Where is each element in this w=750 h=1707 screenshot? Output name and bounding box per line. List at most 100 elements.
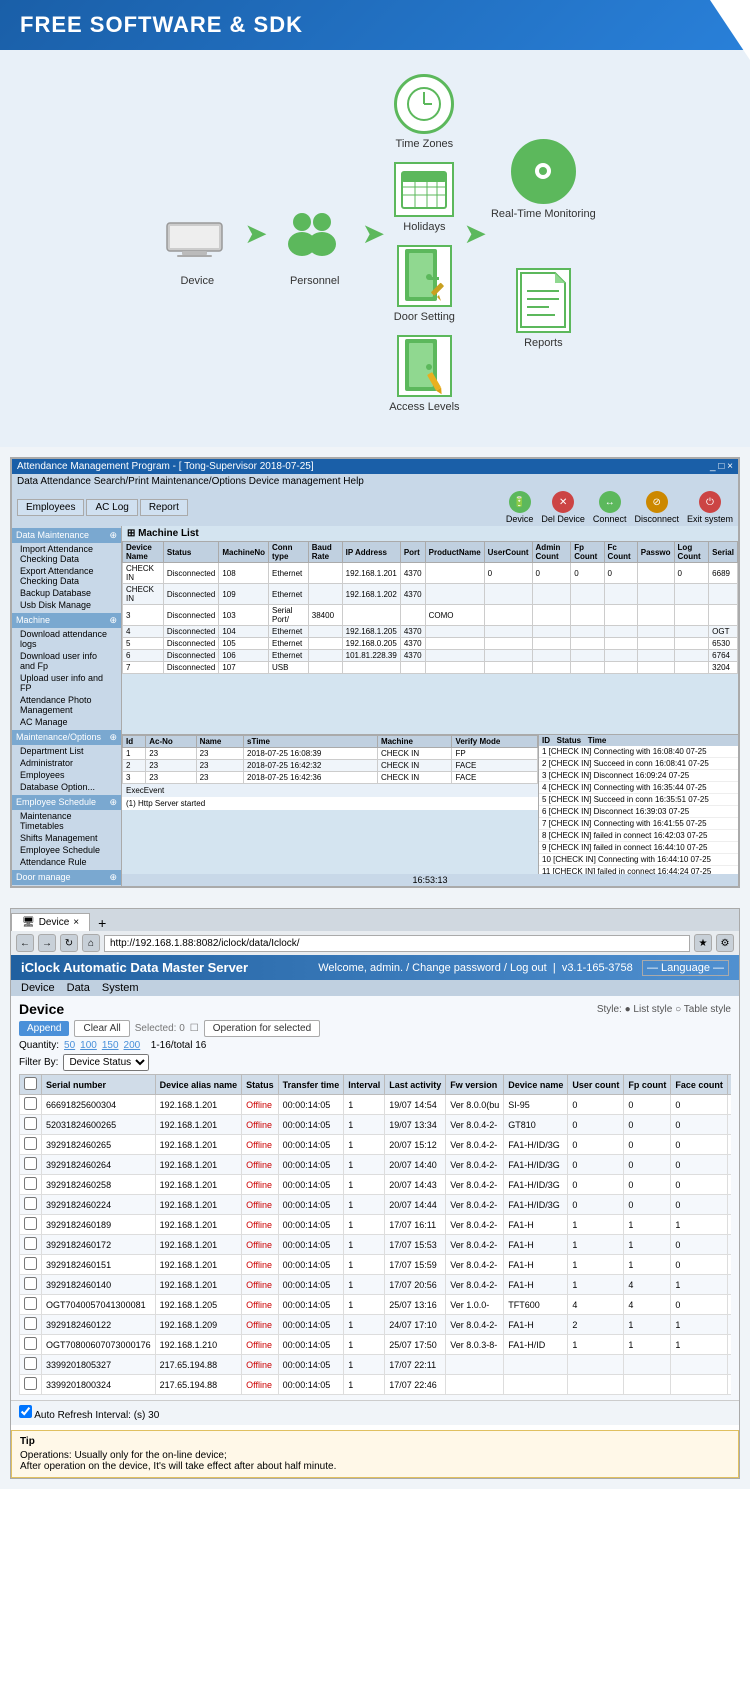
sidebar-ul-user[interactable]: Upload user info and FP [12,672,121,694]
tab-report[interactable]: Report [140,499,188,516]
sidebar-photo[interactable]: Attendance Photo Management [12,694,121,716]
cell-fw [446,1375,504,1395]
web-toolbar: Append Clear All Selected: 0 ☐ Operation… [19,1020,731,1037]
tab-employees[interactable]: Employees [17,499,84,516]
table-cell [709,584,738,605]
sidebar-esched[interactable]: Employee Schedule [12,844,121,856]
row-checkbox[interactable] [24,1357,37,1370]
btn-exit[interactable]: ⏻ Exit system [687,491,733,524]
row-checkbox-cell [20,1295,42,1315]
device-icon [162,201,232,271]
row-checkbox[interactable] [24,1197,37,1210]
sidebar-empl[interactable]: Employees [12,769,121,781]
sidebar-usb[interactable]: Usb Disk Manage [12,599,121,611]
cell-serial: 3929182460258 [42,1175,156,1195]
tab-close[interactable]: × [73,917,79,928]
row-checkbox[interactable] [24,1217,37,1230]
back-button[interactable]: ← [16,934,34,952]
cell-devname: FA1-H/ID [504,1335,568,1355]
nav-data[interactable]: Data [67,982,90,994]
btn-del-device[interactable]: ✕ Del Device [541,491,585,524]
url-bar[interactable] [104,935,690,952]
row-checkbox[interactable] [24,1277,37,1290]
auto-refresh-checkbox[interactable] [19,1405,32,1418]
qty-150[interactable]: 150 [102,1040,119,1051]
table-row: 5Disconnected105Ethernet192.168.0.205437… [123,638,738,650]
qty-50[interactable]: 50 [64,1040,75,1051]
btn-disconnect[interactable]: ⊘ Disconnect [634,491,679,524]
row-checkbox[interactable] [24,1157,37,1170]
table-cell: 103 [219,605,269,626]
cell-fp: 0 [624,1095,671,1115]
sidebar-timetables[interactable]: Maintenance Timetables [12,810,121,832]
forward-button[interactable]: → [38,934,56,952]
cell-fw: Ver 8.0.4-2- [446,1135,504,1155]
cell-fp [624,1355,671,1375]
cell-users: 0 [568,1175,624,1195]
table-cell [425,626,484,638]
th-serial: Serial number [42,1075,156,1095]
row-checkbox[interactable] [24,1337,37,1350]
settings-button[interactable]: ⚙ [716,934,734,952]
cell-devname: FA1-H [504,1215,568,1235]
bookmark-button[interactable]: ★ [694,934,712,952]
row-checkbox[interactable] [24,1177,37,1190]
append-button[interactable]: Append [19,1021,69,1036]
nav-device[interactable]: Device [21,982,55,994]
row-checkbox[interactable] [24,1317,37,1330]
cell-tx: 12 [727,1315,731,1335]
language-selector[interactable]: — Language — [642,960,729,976]
home-button[interactable]: ⌂ [82,934,100,952]
sidebar-export[interactable]: Export Attendance Checking Data [12,565,121,587]
device-table-row: 3929182460172192.168.1.201Offline00:00:1… [20,1235,732,1255]
sidebar-shifts[interactable]: Shifts Management [12,832,121,844]
sidebar-dbopt[interactable]: Database Option... [12,781,121,793]
sidebar-dl-logs[interactable]: Download attendance logs [12,628,121,650]
machine-list-header: ⊞ Machine List [122,526,738,541]
qty-100[interactable]: 100 [80,1040,97,1051]
table-cell [532,584,571,605]
row-checkbox[interactable] [24,1117,37,1130]
table-cell: Disconnected [163,626,218,638]
row-checkbox[interactable] [24,1137,37,1150]
btn-device[interactable]: 🔋 Device [506,491,534,524]
row-checkbox[interactable] [24,1297,37,1310]
table-cell [604,584,637,605]
browser-tab-active[interactable]: 🖥 Device × [11,913,90,931]
sidebar-timezone[interactable]: Timezone [12,885,121,886]
table-cell [604,650,637,662]
table-cell [637,605,674,626]
sidebar-ac[interactable]: AC Manage [12,716,121,728]
event-log-list: 1 [CHECK IN] Connecting with 16:08:40 07… [539,746,738,878]
add-tab-button[interactable]: + [90,915,114,931]
auto-refresh-label[interactable]: Auto Refresh Interval: (s) 30 [19,1410,159,1421]
sidebar-import[interactable]: Import Attendance Checking Data [12,543,121,565]
table-cell [400,605,425,626]
device-table-row: 3929182460264192.168.1.201Offline00:00:1… [20,1155,732,1175]
operation-button[interactable]: Operation for selected [204,1020,320,1037]
sidebar-dept[interactable]: Department List [12,745,121,757]
timezones-icon [394,74,454,134]
sidebar-backup[interactable]: Backup Database [12,587,121,599]
table-cell [308,584,342,605]
table-cell: 0 [484,563,532,584]
select-all-checkbox[interactable] [24,1077,37,1090]
tab-aclog[interactable]: AC Log [86,499,137,516]
qty-200[interactable]: 200 [124,1040,141,1051]
reload-button[interactable]: ↻ [60,934,78,952]
cell-face: 0 [671,1295,728,1315]
clear-all-button[interactable]: Clear All [74,1020,129,1037]
filter-select[interactable]: Device Status [63,1054,149,1071]
row-checkbox[interactable] [24,1097,37,1110]
row-checkbox[interactable] [24,1237,37,1250]
sidebar-attrrule[interactable]: Attendance Rule [12,856,121,868]
table-cell: 4370 [400,638,425,650]
sw-event-panel: ID Status Time 1 [CHECK IN] Connecting w… [538,735,738,874]
sidebar-admin[interactable]: Administrator [12,757,121,769]
row-checkbox[interactable] [24,1257,37,1270]
nav-system[interactable]: System [102,982,139,994]
sidebar-dl-user[interactable]: Download user info and Fp [12,650,121,672]
btn-connect[interactable]: ↔ Connect [593,491,627,524]
table-cell: 5 [123,638,164,650]
row-checkbox[interactable] [24,1377,37,1390]
